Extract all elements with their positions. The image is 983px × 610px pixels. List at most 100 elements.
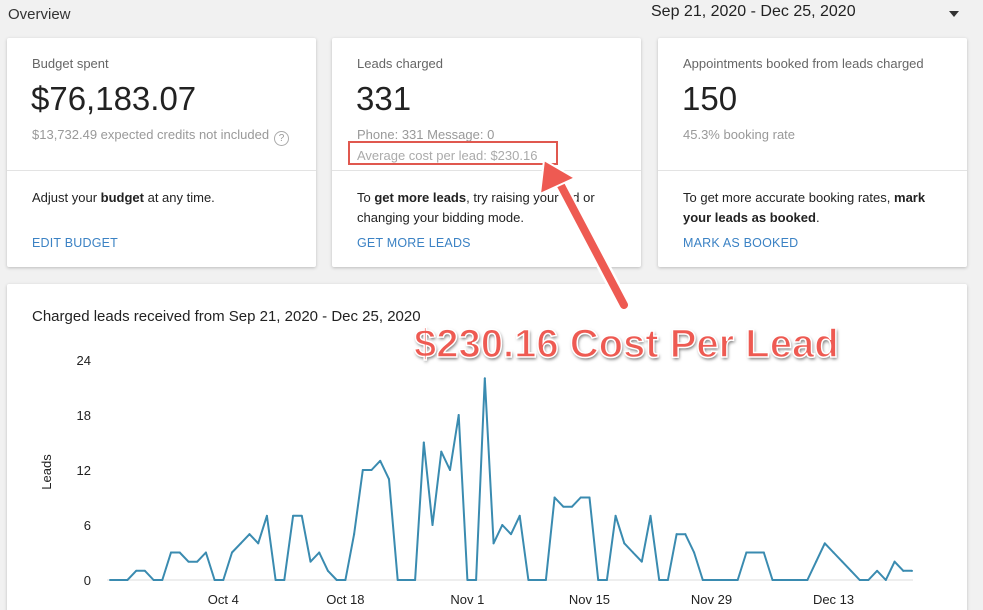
data-point <box>719 579 722 581</box>
desc-bold-text: budget <box>100 190 144 205</box>
data-point <box>231 551 234 554</box>
data-point <box>370 469 373 471</box>
data-point <box>579 496 582 499</box>
x-tick-label: Nov 1 <box>450 592 484 607</box>
edit-budget-link[interactable]: EDIT BUDGET <box>32 236 118 250</box>
data-point <box>344 579 347 581</box>
data-point <box>292 514 295 517</box>
data-point <box>196 560 199 563</box>
data-point <box>884 579 887 581</box>
data-point <box>475 579 478 581</box>
y-tick-label: 24 <box>77 353 91 368</box>
data-point <box>736 579 739 581</box>
appointments-label: Appointments booked from leads charged <box>683 56 924 71</box>
leads-value: 331 <box>356 80 412 117</box>
data-point <box>422 441 425 444</box>
budget-label: Budget spent <box>32 56 109 71</box>
data-point <box>849 569 852 572</box>
data-point <box>832 551 835 554</box>
y-tick-label: 0 <box>84 573 91 588</box>
data-point <box>780 579 783 581</box>
data-point <box>632 551 635 554</box>
desc-bold-text: get more leads <box>374 190 467 205</box>
data-point <box>553 496 556 499</box>
y-axis-label: Leads <box>39 454 54 490</box>
data-point <box>666 579 669 581</box>
data-point <box>248 533 251 536</box>
data-point <box>361 469 364 471</box>
get-more-leads-link[interactable]: GET MORE LEADS <box>357 236 471 250</box>
data-point <box>283 579 286 581</box>
data-point <box>693 551 696 554</box>
data-point <box>135 569 138 572</box>
data-point <box>187 560 190 563</box>
desc-text: To <box>357 190 375 205</box>
data-point <box>379 459 382 462</box>
expected-credits-note: $13,732.49 expected credits not included… <box>32 127 290 146</box>
data-point <box>658 579 661 581</box>
x-tick-label: Dec 13 <box>813 592 854 607</box>
data-point <box>492 542 495 545</box>
data-point <box>457 414 460 416</box>
data-point <box>762 551 765 554</box>
desc-text: Adjust your <box>32 190 101 205</box>
data-point <box>143 569 146 572</box>
data-point <box>213 579 216 581</box>
desc-text: at any time. <box>143 190 215 205</box>
data-point <box>326 569 329 572</box>
appointments-value: 150 <box>682 80 738 117</box>
mark-as-booked-link[interactable]: MARK AS BOOKED <box>683 236 798 250</box>
data-point <box>178 551 181 554</box>
data-point <box>841 560 844 563</box>
series-line-leads <box>110 377 912 581</box>
page-title: Overview <box>8 6 71 23</box>
help-icon[interactable]: ? <box>274 131 290 146</box>
data-point <box>309 560 312 563</box>
appointments-description: To get more accurate booking rates, mark… <box>683 188 953 228</box>
x-axis-ticks: Oct 4 Oct 18 Nov 1 Nov 15 Nov 29 Dec 13 <box>208 592 854 607</box>
expected-credits-text: $13,732.49 expected credits not included <box>32 127 270 142</box>
data-point <box>387 478 390 481</box>
x-tick-label: Oct 18 <box>326 592 364 607</box>
data-point <box>109 579 111 581</box>
y-tick-label: 12 <box>77 463 91 478</box>
booking-rate: 45.3% booking rate <box>683 127 796 142</box>
data-point <box>754 551 757 554</box>
date-range-value: Sep 21, 2020 - Dec 25, 2020 <box>651 3 856 20</box>
data-point <box>161 579 164 581</box>
cost-per-lead-highlight <box>348 141 558 165</box>
data-point <box>893 560 896 563</box>
data-point <box>353 533 356 536</box>
data-point <box>152 579 155 581</box>
cost-per-lead-callout: $230.16 Cost Per Lead <box>413 321 839 367</box>
y-tick-label: 6 <box>84 518 91 533</box>
top-bar: Overview Sep 21, 2020 - Dec 25, 2020 <box>0 0 983 32</box>
data-point <box>745 551 748 554</box>
data-point <box>448 469 451 471</box>
data-point <box>815 560 818 563</box>
y-tick-label: 18 <box>77 408 91 423</box>
data-point <box>300 514 303 517</box>
desc-text: To get more accurate booking rates, <box>683 190 895 205</box>
data-point <box>222 579 225 581</box>
leads-breakdown: Phone: 331 Message: 0 <box>357 127 495 142</box>
date-range-dropdown[interactable]: Sep 21, 2020 - Dec 25, 2020 <box>650 3 970 25</box>
chevron-down-icon <box>949 11 959 17</box>
x-tick-label: Nov 29 <box>691 592 732 607</box>
data-point <box>544 579 547 581</box>
data-point <box>727 579 730 581</box>
data-point <box>867 579 870 581</box>
leads-label: Leads charged <box>357 56 444 71</box>
data-point <box>675 533 678 536</box>
data-point <box>823 542 826 545</box>
data-point <box>571 505 574 508</box>
data-point <box>562 505 565 508</box>
data-point <box>204 551 207 554</box>
data-point <box>396 579 399 581</box>
data-point <box>788 579 791 581</box>
data-point <box>431 524 434 526</box>
budget-card: Budget spent $76,183.07 $13,732.49 expec… <box>7 38 316 267</box>
data-point <box>536 579 539 581</box>
data-point <box>605 579 608 581</box>
data-point <box>265 514 268 517</box>
